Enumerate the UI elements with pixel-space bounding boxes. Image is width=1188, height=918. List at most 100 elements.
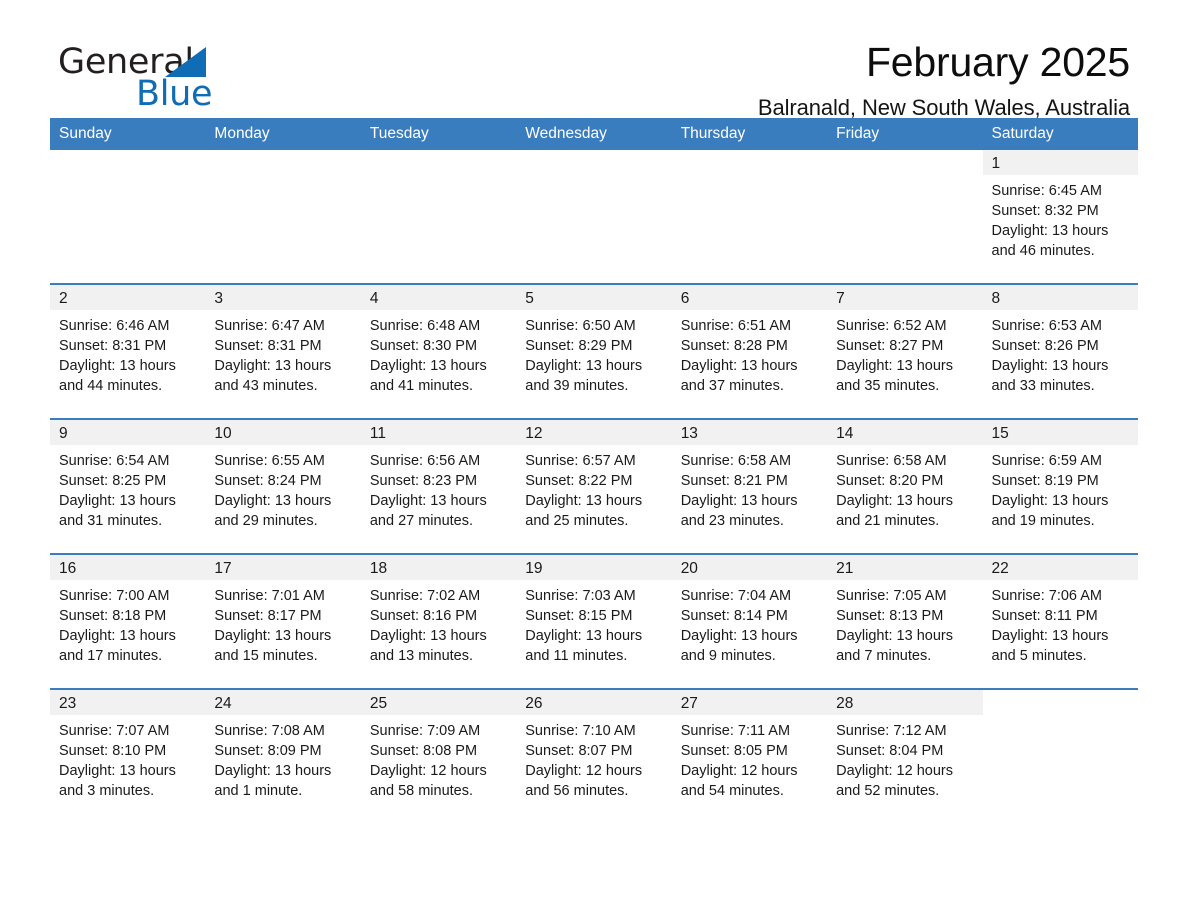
sunrise-text: Sunrise: 6:58 AM <box>836 453 947 469</box>
sunset-text: Sunset: 8:29 PM <box>525 338 633 354</box>
day-detail: Sunrise: 7:08 AM Sunset: 8:09 PM Daylight:… <box>205 715 360 801</box>
day-number: 12 <box>516 420 672 445</box>
calendar-cell-day-22[interactable]: 22 Sunrise: 7:06 AM Sunset: 8:11 PM Dayligh… <box>982 553 1138 689</box>
daylight-text: Daylight: 13 hours and 43 minutes. <box>214 358 332 394</box>
calendar-cell-day-2[interactable]: 2 Sunrise: 6:46 AM Sunset: 8:31 PM Daylight… <box>50 283 206 419</box>
title-block: February 2025 Balranald, New South Wales… <box>758 36 1130 122</box>
day-number: 17 <box>205 555 361 580</box>
day-detail: Sunrise: 7:03 AM Sunset: 8:15 PM Daylight:… <box>516 580 671 666</box>
day-number-band <box>827 150 983 175</box>
sunset-text: Sunset: 8:07 PM <box>525 743 633 759</box>
calendar-cell-day-20[interactable]: 20 Sunrise: 7:04 AM Sunset: 8:14 PM Dayligh… <box>671 553 828 689</box>
sunrise-sunset-calendar: Sunday Monday Tuesday Wednesday Thursday… <box>50 118 1138 824</box>
sunrise-text: Sunrise: 7:03 AM <box>525 588 636 604</box>
sunrise-text: Sunrise: 7:10 AM <box>525 723 636 739</box>
calendar-cell-day-25[interactable]: 25 Sunrise: 7:09 AM Sunset: 8:08 PM Dayligh… <box>360 688 517 824</box>
day-detail: Sunrise: 6:53 AM Sunset: 8:26 PM Daylight:… <box>983 310 1138 396</box>
calendar-cell-empty <box>205 150 361 284</box>
day-number: 24 <box>205 690 361 715</box>
daylight-text: Daylight: 13 hours and 31 minutes. <box>59 493 176 529</box>
calendar-cell-day-24[interactable]: 24 Sunrise: 7:08 AM Sunset: 8:09 PM Dayligh… <box>205 688 361 824</box>
calendar-cell-day-9[interactable]: 9 Sunrise: 6:54 AM Sunset: 8:25 PM Daylight… <box>50 418 206 554</box>
day-cell-inner: 16 Sunrise: 7:00 AM Sunset: 8:18 PM Dayligh… <box>50 555 206 688</box>
calendar-cell-day-12[interactable]: 12 Sunrise: 6:57 AM Sunset: 8:22 PM Dayligh… <box>516 418 672 554</box>
empty-cell-inner <box>671 150 828 283</box>
day-number-band <box>360 150 517 175</box>
empty-cell-inner <box>827 150 983 283</box>
day-detail: Sunrise: 6:58 AM Sunset: 8:21 PM Daylight:… <box>672 445 827 531</box>
calendar-cell-day-10[interactable]: 10 Sunrise: 6:55 AM Sunset: 8:24 PM Dayligh… <box>205 418 361 554</box>
daylight-text: Daylight: 12 hours and 54 minutes. <box>680 763 798 799</box>
sunrise-text: Sunrise: 6:53 AM <box>991 318 1102 334</box>
calendar-cell-day-28[interactable]: 28 Sunrise: 7:12 AM Sunset: 8:04 PM Dayligh… <box>827 688 983 824</box>
sunset-text: Sunset: 8:30 PM <box>369 338 478 354</box>
calendar-cell-day-27[interactable]: 27 Sunrise: 7:11 AM Sunset: 8:05 PM Dayligh… <box>671 688 828 824</box>
day-number: 23 <box>50 690 206 715</box>
general-blue-logo[interactable]: General Blue <box>58 42 358 118</box>
daylight-text: Daylight: 13 hours and 33 minutes. <box>991 358 1109 394</box>
day-cell-inner: 7 Sunrise: 6:52 AM Sunset: 8:27 PM Daylight… <box>827 285 983 418</box>
calendar-cell-day-7[interactable]: 7 Sunrise: 6:52 AM Sunset: 8:27 PM Daylight… <box>827 283 983 419</box>
day-detail: Sunrise: 7:10 AM Sunset: 8:07 PM Daylight:… <box>516 715 671 801</box>
calendar-cell-day-17[interactable]: 17 Sunrise: 7:01 AM Sunset: 8:17 PM Dayligh… <box>205 553 361 689</box>
weekday-header-saturday: Saturday <box>982 118 1138 150</box>
day-cell-inner: 8 Sunrise: 6:53 AM Sunset: 8:26 PM Daylight… <box>982 285 1138 418</box>
calendar-cell-day-15[interactable]: 15 Sunrise: 6:59 AM Sunset: 8:19 PM Dayligh… <box>982 418 1138 554</box>
calendar-cell-day-14[interactable]: 14 Sunrise: 6:58 AM Sunset: 8:20 PM Dayligh… <box>827 418 983 554</box>
daylight-text: Daylight: 13 hours and 44 minutes. <box>59 358 176 394</box>
day-cell-inner: 28 Sunrise: 7:12 AM Sunset: 8:04 PM Dayligh… <box>827 690 983 824</box>
calendar-cell-day-23[interactable]: 23 Sunrise: 7:07 AM Sunset: 8:10 PM Dayligh… <box>50 688 206 824</box>
calendar-cell-day-6[interactable]: 6 Sunrise: 6:51 AM Sunset: 8:28 PM Daylight… <box>671 283 828 419</box>
day-cell-inner: 21 Sunrise: 7:05 AM Sunset: 8:13 PM Dayligh… <box>827 555 983 688</box>
calendar-cell-day-5[interactable]: 5 Sunrise: 6:50 AM Sunset: 8:29 PM Daylight… <box>516 283 672 419</box>
day-detail: Sunrise: 7:06 AM Sunset: 8:11 PM Daylight:… <box>983 580 1138 666</box>
sunrise-text: Sunrise: 6:56 AM <box>369 453 481 469</box>
day-cell-inner: 9 Sunrise: 6:54 AM Sunset: 8:25 PM Daylight… <box>50 420 206 553</box>
day-number: 4 <box>360 285 517 310</box>
calendar-cell-empty <box>516 150 672 284</box>
sunrise-text: Sunrise: 6:52 AM <box>836 318 947 334</box>
day-detail: Sunrise: 6:59 AM Sunset: 8:19 PM Daylight:… <box>983 445 1138 531</box>
daylight-text: Daylight: 13 hours and 1 minute. <box>214 763 332 799</box>
calendar-cell-day-16[interactable]: 16 Sunrise: 7:00 AM Sunset: 8:18 PM Dayligh… <box>50 553 206 689</box>
calendar-cell-day-18[interactable]: 18 Sunrise: 7:02 AM Sunset: 8:16 PM Dayligh… <box>360 553 517 689</box>
day-number: 7 <box>827 285 983 310</box>
calendar-cell-day-19[interactable]: 19 Sunrise: 7:03 AM Sunset: 8:15 PM Dayligh… <box>516 553 672 689</box>
day-number: 16 <box>50 555 206 580</box>
daylight-text: Daylight: 13 hours and 46 minutes. <box>991 223 1109 259</box>
day-number: 21 <box>827 555 983 580</box>
day-number: 1 <box>982 150 1138 175</box>
sunset-text: Sunset: 8:10 PM <box>59 743 167 759</box>
calendar-cell-day-11[interactable]: 11 Sunrise: 6:56 AM Sunset: 8:23 PM Dayligh… <box>360 418 517 554</box>
calendar-cell-day-3[interactable]: 3 Sunrise: 6:47 AM Sunset: 8:31 PM Daylight… <box>205 283 361 419</box>
sunrise-text: Sunrise: 7:00 AM <box>59 588 170 604</box>
day-detail: Sunrise: 6:46 AM Sunset: 8:31 PM Daylight:… <box>50 310 205 396</box>
sunset-text: Sunset: 8:09 PM <box>214 743 322 759</box>
daylight-text: Daylight: 13 hours and 25 minutes. <box>525 493 643 529</box>
calendar-cell-day-1[interactable]: 1 Sunrise: 6:45 AM Sunset: 8:32 PM Daylight… <box>982 150 1138 284</box>
sunset-text: Sunset: 8:05 PM <box>680 743 788 759</box>
sunrise-text: Sunrise: 6:51 AM <box>680 318 792 334</box>
logo-text-blue: Blue <box>136 74 213 114</box>
sunset-text: Sunset: 8:04 PM <box>836 743 944 759</box>
day-cell-inner: 23 Sunrise: 7:07 AM Sunset: 8:10 PM Dayligh… <box>50 690 206 824</box>
calendar-page: General Blue February 2025 Balranald, Ne… <box>0 0 1188 918</box>
day-number-band <box>982 690 1138 715</box>
sunrise-text: Sunrise: 7:08 AM <box>214 723 325 739</box>
day-number: 19 <box>516 555 672 580</box>
calendar-cell-day-8[interactable]: 8 Sunrise: 6:53 AM Sunset: 8:26 PM Daylight… <box>982 283 1138 419</box>
calendar-cell-day-4[interactable]: 4 Sunrise: 6:48 AM Sunset: 8:30 PM Daylight… <box>360 283 517 419</box>
day-cell-inner: 20 Sunrise: 7:04 AM Sunset: 8:14 PM Dayligh… <box>671 555 828 688</box>
sunrise-text: Sunrise: 7:06 AM <box>991 588 1102 604</box>
calendar-cell-day-13[interactable]: 13 Sunrise: 6:58 AM Sunset: 8:21 PM Dayligh… <box>671 418 828 554</box>
calendar-body: 1 Sunrise: 6:45 AM Sunset: 8:32 PM Daylight… <box>50 150 1138 824</box>
daylight-text: Daylight: 13 hours and 3 minutes. <box>59 763 176 799</box>
calendar-cell-day-26[interactable]: 26 Sunrise: 7:10 AM Sunset: 8:07 PM Dayligh… <box>516 688 672 824</box>
day-cell-inner: 4 Sunrise: 6:48 AM Sunset: 8:30 PM Daylight… <box>360 285 517 418</box>
daylight-text: Daylight: 13 hours and 29 minutes. <box>214 493 332 529</box>
daylight-text: Daylight: 13 hours and 5 minutes. <box>991 628 1109 664</box>
sunrise-text: Sunrise: 6:58 AM <box>680 453 792 469</box>
sunset-text: Sunset: 8:08 PM <box>369 743 478 759</box>
calendar-cell-day-21[interactable]: 21 Sunrise: 7:05 AM Sunset: 8:13 PM Dayligh… <box>827 553 983 689</box>
calendar-cell-empty <box>982 688 1138 824</box>
